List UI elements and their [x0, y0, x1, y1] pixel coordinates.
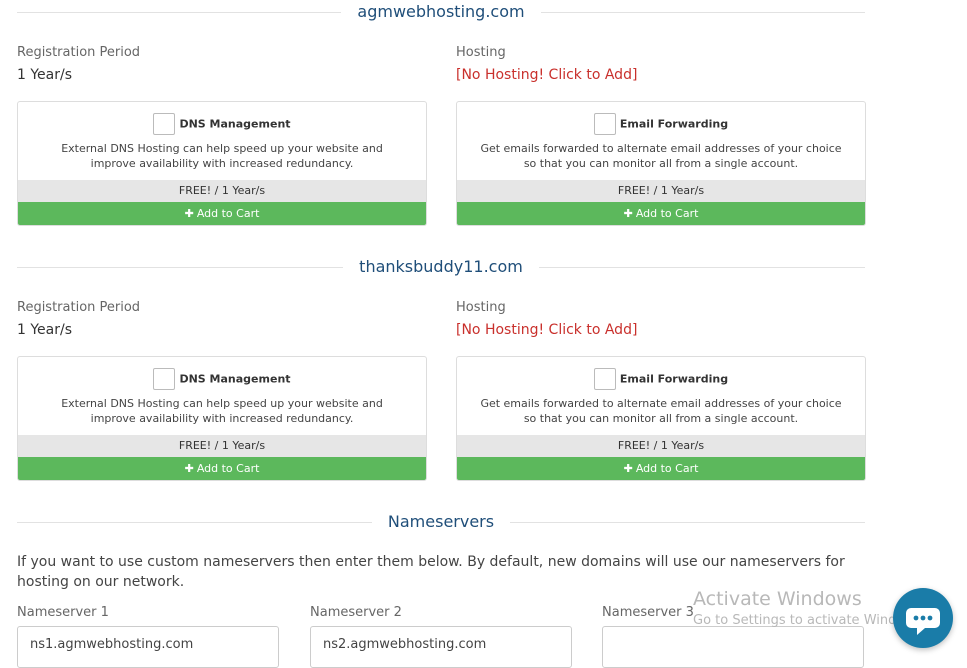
- activate-windows-title: Activate Windows: [693, 588, 862, 610]
- addon-description: Get emails forwarded to alternate email …: [480, 397, 842, 425]
- dns-management-checkbox[interactable]: [153, 368, 176, 390]
- addon-price: FREE! / 1 Year/s: [18, 180, 426, 202]
- addon-email-forwarding: Email Forwarding Get emails forwarded to…: [456, 356, 866, 481]
- chat-button[interactable]: [893, 588, 953, 648]
- addon-title: DNS Management: [179, 117, 291, 131]
- domain-divider: thanksbuddy11.com: [17, 257, 865, 277]
- addon-description: Get emails forwarded to alternate email …: [480, 142, 842, 170]
- add-hosting-link[interactable]: [No Hosting! Click to Add]: [456, 322, 637, 338]
- plus-icon: ✚: [623, 462, 633, 475]
- nameserver-3-label: Nameserver 3: [602, 605, 694, 620]
- chat-icon: [906, 608, 940, 635]
- domain-divider: agmwebhosting.com: [17, 2, 865, 22]
- nameserver-1-label: Nameserver 1: [17, 605, 109, 620]
- add-to-cart-button[interactable]: ✚ Add to Cart: [18, 202, 426, 225]
- email-forwarding-checkbox[interactable]: [593, 368, 616, 390]
- addon-dns-management: DNS Management External DNS Hosting can …: [17, 356, 427, 481]
- nameserver-2-label: Nameserver 2: [310, 605, 402, 620]
- addon-title: DNS Management: [179, 372, 291, 386]
- add-hosting-link[interactable]: [No Hosting! Click to Add]: [456, 67, 637, 83]
- nameserver-2-input[interactable]: ns2.agmwebhosting.com: [310, 626, 572, 668]
- plus-icon: ✚: [184, 462, 194, 475]
- dns-management-checkbox[interactable]: [153, 113, 176, 135]
- addon-title: Email Forwarding: [619, 372, 729, 386]
- plus-icon: ✚: [623, 207, 633, 220]
- nameserver-1-input[interactable]: ns1.agmwebhosting.com: [17, 626, 279, 668]
- add-to-cart-button[interactable]: ✚ Add to Cart: [18, 457, 426, 480]
- nameservers-divider: Nameservers: [17, 512, 865, 532]
- add-to-cart-button[interactable]: ✚ Add to Cart: [457, 202, 865, 225]
- addon-email-forwarding: Email Forwarding Get emails forwarded to…: [456, 101, 866, 226]
- hosting-label: Hosting: [456, 300, 506, 315]
- nameserver-3-input[interactable]: [602, 626, 864, 668]
- registration-period-label: Registration Period: [17, 300, 141, 315]
- nameservers-intro: If you want to use custom nameservers th…: [17, 554, 845, 590]
- nameservers-heading: Nameservers: [371, 512, 511, 531]
- add-to-cart-button[interactable]: ✚ Add to Cart: [457, 457, 865, 480]
- addon-price: FREE! / 1 Year/s: [457, 180, 865, 202]
- hosting-label: Hosting: [456, 45, 506, 60]
- addon-title: Email Forwarding: [619, 117, 729, 131]
- email-forwarding-checkbox[interactable]: [593, 113, 616, 135]
- addon-description: External DNS Hosting can help speed up y…: [61, 142, 383, 170]
- domain-name: agmwebhosting.com: [341, 2, 541, 21]
- addon-description: External DNS Hosting can help speed up y…: [61, 397, 383, 425]
- registration-period-label: Registration Period: [17, 45, 141, 60]
- domain-name: thanksbuddy11.com: [343, 257, 539, 276]
- addon-dns-management: DNS Management External DNS Hosting can …: [17, 101, 427, 226]
- registration-period-value: 1 Year/s: [17, 322, 73, 338]
- addon-price: FREE! / 1 Year/s: [18, 435, 426, 457]
- registration-period-value: 1 Year/s: [17, 67, 73, 83]
- addon-price: FREE! / 1 Year/s: [457, 435, 865, 457]
- plus-icon: ✚: [184, 207, 194, 220]
- activate-windows-subtitle: Go to Settings to activate Windows.: [693, 613, 926, 628]
